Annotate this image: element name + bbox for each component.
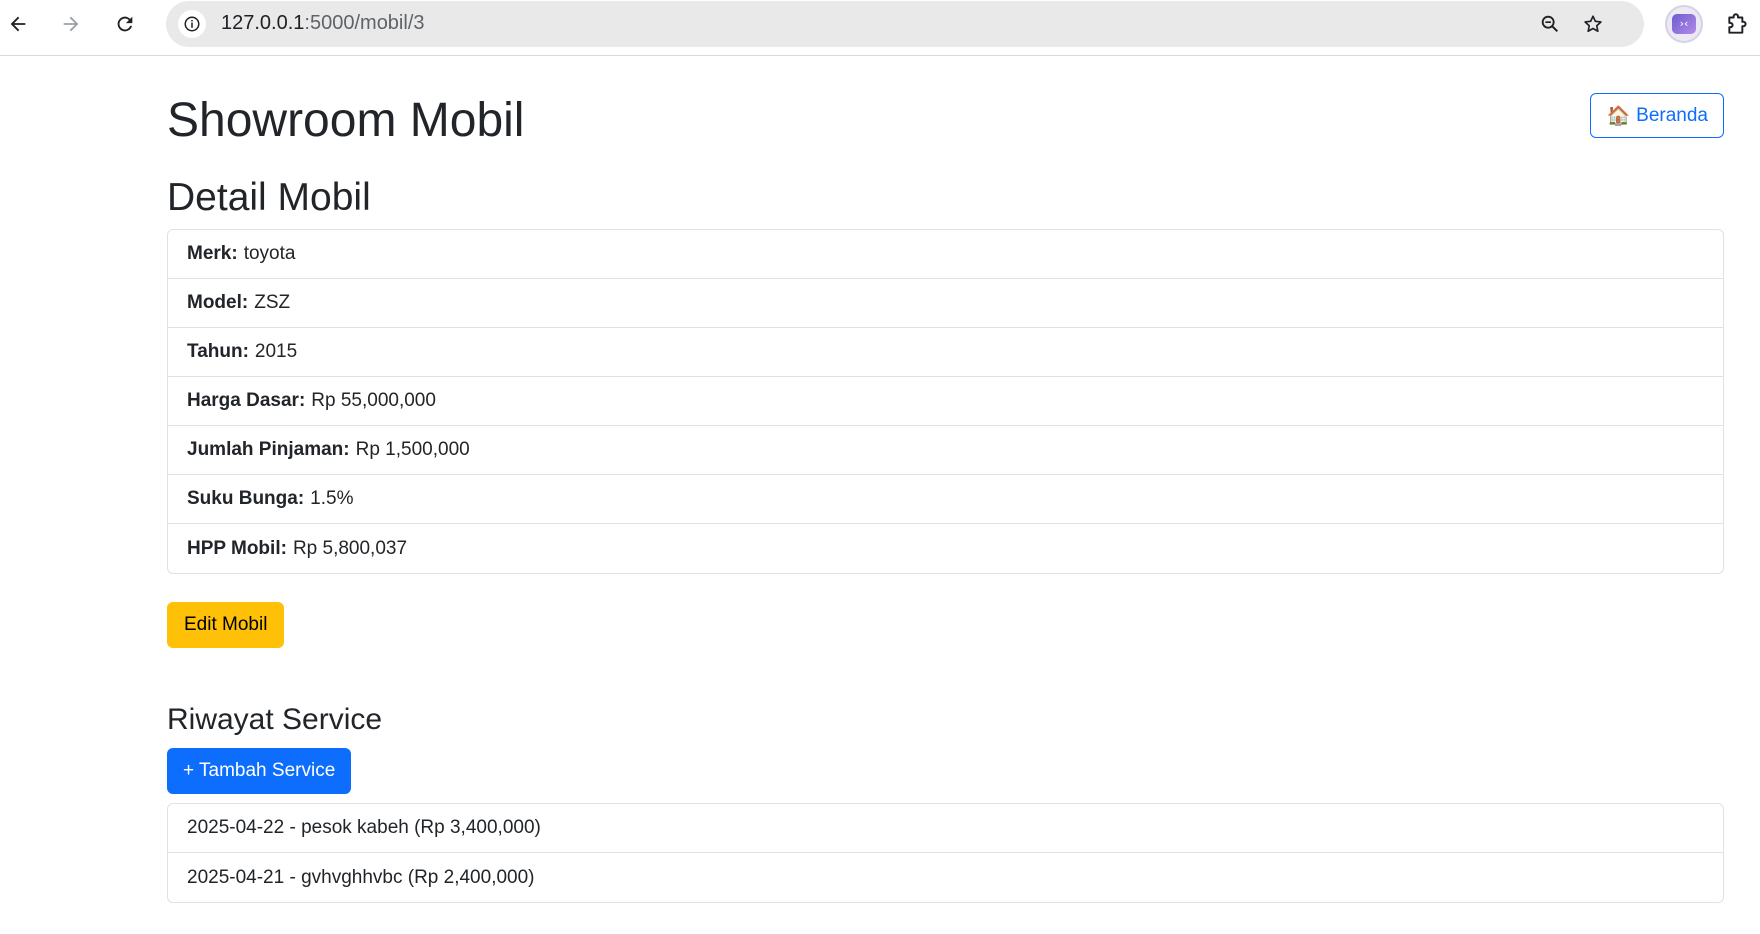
puzzle-icon [1728, 13, 1747, 34]
home-button[interactable]: 🏠 Beranda [1590, 93, 1724, 138]
arrow-left-icon [10, 16, 26, 32]
service-history-title: Riwayat Service [167, 703, 383, 736]
detail-value: 2015 [254, 341, 298, 362]
detail-value: Rp 5,800,037 [292, 537, 408, 559]
forward-button[interactable] [53, 6, 89, 42]
page-title: Showroom Mobil [167, 94, 525, 147]
detail-label: Tahun: [187, 341, 249, 362]
detail-row-jumlah-pinjaman: Jumlah Pinjaman: Rp 1,500,000 [168, 426, 1723, 475]
service-history-list: 2025-04-22 - pesok kabeh (Rp 3,400,000) … [167, 803, 1724, 903]
bookmark-star-icon[interactable] [1579, 10, 1607, 38]
url-host: 127.0.0.1 [221, 12, 305, 34]
zoom-icon[interactable] [1536, 10, 1564, 38]
extensions-button[interactable] [1720, 6, 1756, 42]
detail-label: Jumlah Pinjaman: [187, 439, 350, 460]
detail-label: Merk: [187, 243, 238, 264]
detail-row-merk: Merk: toyota [168, 230, 1723, 279]
detail-label: Suku Bunga: [187, 488, 305, 509]
address-bar[interactable]: 127.0.0.1:5000/mobil/3 [166, 1, 1644, 47]
detail-label: Harga Dasar: [187, 390, 306, 411]
detail-value: toyota [243, 243, 296, 264]
site-info-icon[interactable] [178, 10, 206, 38]
detail-title: Detail Mobil [167, 176, 371, 219]
detail-row-model: Model: ZSZ [168, 279, 1723, 328]
profile-avatar[interactable]: ›‹ [1665, 5, 1703, 43]
url-text[interactable]: 127.0.0.1:5000/mobil/3 [221, 12, 425, 35]
back-button[interactable] [0, 6, 36, 42]
arrow-right-icon [63, 16, 79, 32]
edit-car-button[interactable]: Edit Mobil [167, 602, 285, 648]
detail-value: 1.5% [310, 488, 354, 509]
browser-toolbar: 127.0.0.1:5000/mobil/3 ›‹ [0, 0, 1760, 56]
home-button-label: Beranda [1636, 104, 1708, 126]
detail-label: HPP Mobil: [187, 537, 287, 559]
service-item: 2025-04-22 - pesok kabeh (Rp 3,400,000) [168, 804, 1723, 853]
avatar-image: ›‹ [1672, 14, 1696, 34]
reload-button[interactable] [107, 6, 143, 42]
detail-row-suku-bunga: Suku Bunga: 1.5% [168, 475, 1723, 524]
detail-row-tahun: Tahun: 2015 [168, 328, 1723, 377]
detail-row-harga-dasar: Harga Dasar: Rp 55,000,000 [168, 377, 1723, 426]
url-path: :5000/mobil/3 [304, 12, 425, 34]
reload-icon [117, 16, 133, 32]
detail-value: Rp 55,000,000 [311, 390, 436, 411]
detail-row-hpp-mobil: HPP Mobil: Rp 5,800,037 [168, 524, 1723, 573]
detail-value: Rp 1,500,000 [355, 439, 470, 460]
add-service-button[interactable]: + Tambah Service [167, 748, 352, 794]
detail-label: Model: [187, 292, 249, 313]
car-detail-list: Merk: toyota Model: ZSZ Tahun: 2015 Harga D… [167, 229, 1724, 574]
detail-value: ZSZ [254, 292, 291, 313]
house-icon: 🏠 [1606, 105, 1631, 127]
service-item: 2025-04-21 - gvhvghhvbc (Rp 2,400,000) [187, 866, 535, 888]
